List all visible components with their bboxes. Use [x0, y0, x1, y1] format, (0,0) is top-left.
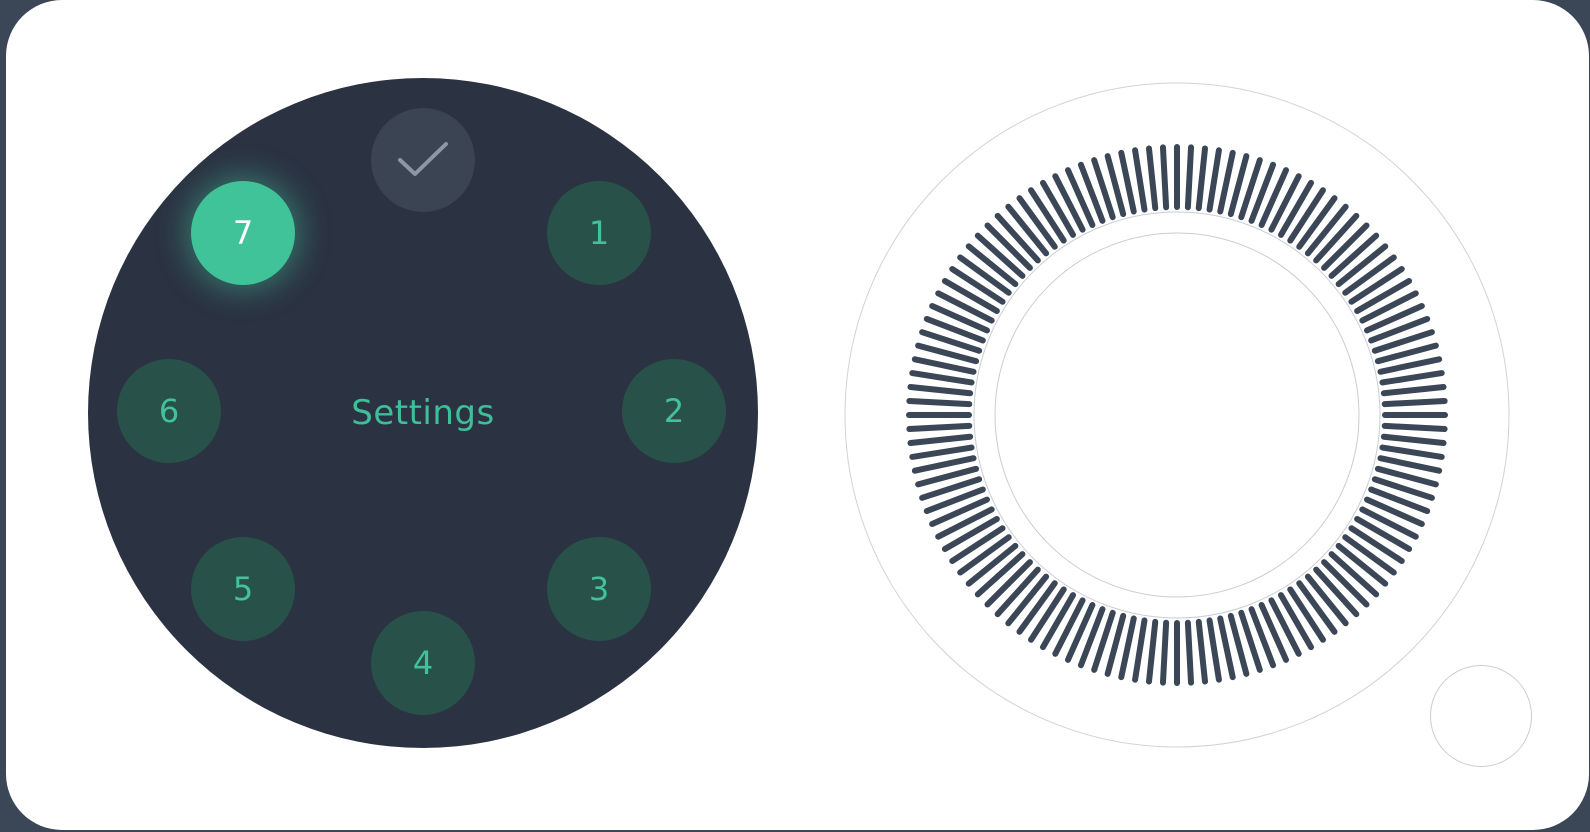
wheel-tick — [1381, 422, 1448, 433]
wheel-tick — [1159, 144, 1170, 211]
wheel-tick — [1159, 619, 1170, 686]
wheel-tick — [1359, 506, 1419, 540]
wheel-tick — [1206, 617, 1222, 683]
device-card: Settings 1 2 3 4 5 6 7 — [6, 0, 1589, 830]
option-7-button[interactable]: 7 — [191, 181, 295, 285]
wheel-tick — [1381, 397, 1448, 408]
option-1-button[interactable]: 1 — [547, 181, 651, 285]
wheel-tick — [907, 433, 974, 447]
corner-knob-button[interactable] — [1430, 665, 1532, 767]
option-2-button[interactable]: 2 — [622, 359, 726, 463]
option-6-label: 6 — [158, 392, 180, 430]
wheel-tick — [906, 397, 973, 408]
option-4-label: 4 — [412, 644, 434, 682]
wheel-tick — [935, 506, 995, 540]
wheel-ticks — [906, 144, 1448, 686]
wheel-tick — [1206, 147, 1222, 213]
check-icon — [398, 142, 448, 176]
wheel-tick — [907, 383, 974, 397]
wheel-tick — [1052, 597, 1086, 657]
option-1-label: 1 — [588, 214, 610, 252]
wheel-tick — [1145, 618, 1159, 685]
wheel-tick — [1195, 618, 1209, 685]
wheel-tick — [909, 444, 975, 460]
option-5-label: 5 — [232, 570, 254, 608]
wheel-tick — [1359, 290, 1419, 324]
confirm-button[interactable] — [371, 108, 475, 212]
wheel-tick — [1268, 597, 1302, 657]
option-3-label: 3 — [588, 570, 610, 608]
wheel-tick — [906, 422, 973, 433]
option-5-button[interactable]: 5 — [191, 537, 295, 641]
wheel-tick — [1380, 433, 1447, 447]
wheel-inner-ring — [973, 211, 1381, 619]
option-3-button[interactable]: 3 — [547, 537, 651, 641]
settings-dial: Settings 1 2 3 4 5 6 7 — [88, 78, 758, 748]
wheel-center-ring — [994, 232, 1360, 598]
wheel-tick — [1184, 144, 1195, 211]
wheel-tick — [1379, 370, 1445, 386]
wheel-tick — [909, 370, 975, 386]
wheel-tick — [1379, 444, 1445, 460]
wheel-tick — [1145, 145, 1159, 212]
wheel-tick — [1132, 617, 1148, 683]
wheel-tick — [935, 290, 995, 324]
wheel-tick — [1268, 173, 1302, 233]
wheel-tick — [1132, 147, 1148, 213]
option-6-button[interactable]: 6 — [117, 359, 221, 463]
wheel-tick — [1195, 145, 1209, 212]
wheel-tick — [1052, 173, 1086, 233]
option-2-label: 2 — [663, 392, 685, 430]
option-7-label: 7 — [232, 214, 254, 252]
wheel-tick — [1184, 619, 1195, 686]
option-4-button[interactable]: 4 — [371, 611, 475, 715]
scroll-wheel[interactable] — [842, 80, 1512, 750]
wheel-tick — [1380, 383, 1447, 397]
